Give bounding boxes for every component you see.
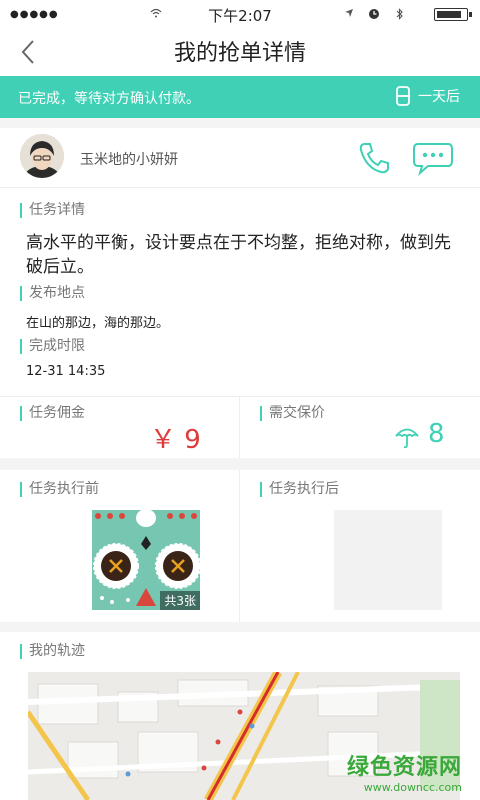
deposit-label: 需交保价 [260, 406, 325, 421]
status-time: 下午2:07 [208, 7, 272, 25]
divider [239, 470, 240, 622]
hourglass-icon [396, 86, 410, 106]
task-detail-text: 高水平的平衡，设计要点在于不均整，拒绝对称，做到先破后立。 [26, 233, 451, 277]
deposit-value: 8 [428, 419, 445, 449]
track-section: 我的轨迹 绿色资源网 www.downcc.com [0, 632, 480, 800]
phone-icon [359, 143, 389, 174]
task-detail-label: 任务详情 [20, 203, 85, 218]
battery-icon [434, 8, 472, 21]
publisher-name: 玉米地的小妍妍 [80, 152, 178, 168]
task-detail-section: 任务详情 高水平的平衡，设计要点在于不均整，拒绝对称，做到先破后立。 发布地点 … [0, 188, 480, 396]
watermark: 绿色资源网 www.downcc.com [347, 749, 462, 794]
bluetooth-icon [396, 8, 404, 23]
after-photos-label: 任务执行后 [260, 482, 339, 497]
after-photo-placeholder[interactable] [334, 510, 442, 610]
track-label: 我的轨迹 [20, 644, 85, 659]
deadline-text: 12-31 14:35 [26, 364, 106, 379]
call-button[interactable] [356, 140, 392, 176]
watermark-title: 绿色资源网 [346, 755, 462, 780]
location-text: 在山的那边，海的那边。 [26, 316, 170, 331]
status-banner: 已完成，等待对方确认付款。 一天后 [0, 76, 480, 118]
publisher-row: 玉米地的小妍妍 [0, 128, 480, 188]
message-button[interactable] [412, 140, 454, 176]
nav-bar: 我的抢单详情 [0, 28, 480, 76]
commission-value: ￥ 9 [150, 425, 201, 455]
location-label: 发布地点 [20, 286, 85, 301]
chat-bubble-icon [413, 143, 453, 176]
deadline-label: 完成时限 [20, 339, 85, 354]
page-title: 我的抢单详情 [173, 41, 306, 66]
countdown: 一天后 [396, 86, 460, 106]
banner-message: 已完成，等待对方确认付款。 [18, 91, 200, 107]
alarm-clock-icon [368, 8, 380, 23]
umbrella-icon [394, 425, 420, 453]
avatar[interactable] [20, 134, 64, 178]
before-photo-thumbnail[interactable]: 共3张 [92, 510, 200, 610]
payment-section: 任务佣金 ￥ 9 需交保价 8 [0, 396, 480, 459]
divider [239, 397, 240, 459]
before-photos-label: 任务执行前 [20, 482, 99, 497]
photo-count-badge: 共3张 [160, 591, 200, 610]
watermark-url: www.downcc.com [363, 781, 462, 794]
status-bar: ●●●●● 下午2:07 [0, 0, 480, 28]
photos-section: 任务执行前 共3张 任务执行后 [0, 470, 480, 622]
commission-label: 任务佣金 [20, 406, 85, 421]
countdown-text: 一天后 [418, 89, 460, 105]
location-arrow-icon [344, 8, 354, 21]
